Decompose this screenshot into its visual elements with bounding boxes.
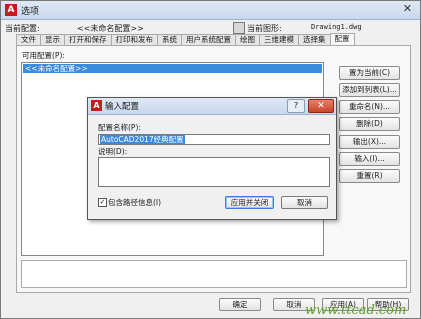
tab-open-save[interactable]: 打开和保存 (64, 34, 112, 45)
delete-button[interactable]: 删除(D) (339, 117, 400, 131)
list-item[interactable]: <<未命名配置>> (23, 64, 322, 73)
rename-button[interactable]: 重命名(N)... (339, 100, 400, 114)
dialog-close-icon[interactable]: ✕ (308, 99, 334, 113)
profile-name-value: AutoCAD2017经典配置 (100, 135, 185, 144)
tab-drafting[interactable]: 绘图 (235, 34, 260, 45)
tab-display[interactable]: 显示 (40, 34, 65, 45)
tab-selection[interactable]: 选择集 (298, 34, 331, 45)
dialog-title-bar[interactable]: A 输入配置 ? ✕ (88, 98, 336, 115)
tab-system[interactable]: 系统 (157, 34, 182, 45)
description-label: 说明(D): (98, 147, 128, 156)
window-title: 选项 (21, 7, 40, 17)
tab-3d-modeling[interactable]: 三维建模 (259, 34, 299, 45)
dialog-cancel-button[interactable]: 取消 (281, 196, 328, 209)
import-button[interactable]: 输入(I)... (339, 152, 400, 166)
add-to-list-button[interactable]: 添加到列表(L)... (339, 83, 400, 97)
autocad-app-icon: A (5, 4, 17, 16)
reset-button[interactable]: 重置(R) (339, 169, 400, 183)
export-button[interactable]: 输出(X)... (339, 135, 400, 149)
current-profile-value: <<未命名配置>> (77, 24, 144, 33)
current-drawing-value: Drawing1.dwg (311, 23, 362, 31)
ok-button[interactable]: 确定 (219, 298, 261, 311)
drawing-file-icon (233, 22, 245, 34)
close-icon[interactable]: ✕ (400, 2, 415, 16)
tab-plot-publish[interactable]: 打印和发布 (110, 34, 158, 45)
current-profile-label: 当前配置: (5, 24, 40, 33)
dialog-title: 输入配置 (105, 102, 140, 112)
set-current-button[interactable]: 置为当前(C) (339, 66, 400, 80)
current-drawing-label: 当前图形: (247, 24, 282, 33)
title-bar[interactable]: A 选项 ✕ (1, 1, 420, 20)
include-path-checkbox[interactable]: ✓ (98, 198, 107, 207)
profile-name-input[interactable]: AutoCAD2017经典配置 (98, 134, 330, 145)
help-icon[interactable]: ? (287, 99, 305, 113)
available-profiles-label: 可用配置(P): (22, 51, 65, 60)
tab-strip: 文件 显示 打开和保存 打印和发布 系统 用户系统配置 绘图 三维建模 选择集 … (16, 33, 355, 46)
import-profile-dialog: A 输入配置 ? ✕ 配置名称(P): AutoCAD2017经典配置 说明(D… (87, 97, 337, 220)
tab-user-preferences[interactable]: 用户系统配置 (181, 34, 236, 45)
watermark-text: www.ttcad.com (305, 303, 407, 318)
apply-and-close-button[interactable]: 应用并关闭 (225, 196, 274, 209)
profile-description-box (21, 260, 407, 288)
autocad-dialog-icon: A (91, 100, 102, 111)
description-input[interactable] (98, 157, 330, 187)
profile-name-label: 配置名称(P): (98, 123, 141, 132)
tab-files[interactable]: 文件 (16, 34, 41, 45)
include-path-label: 包含路径信息(I) (108, 198, 162, 207)
